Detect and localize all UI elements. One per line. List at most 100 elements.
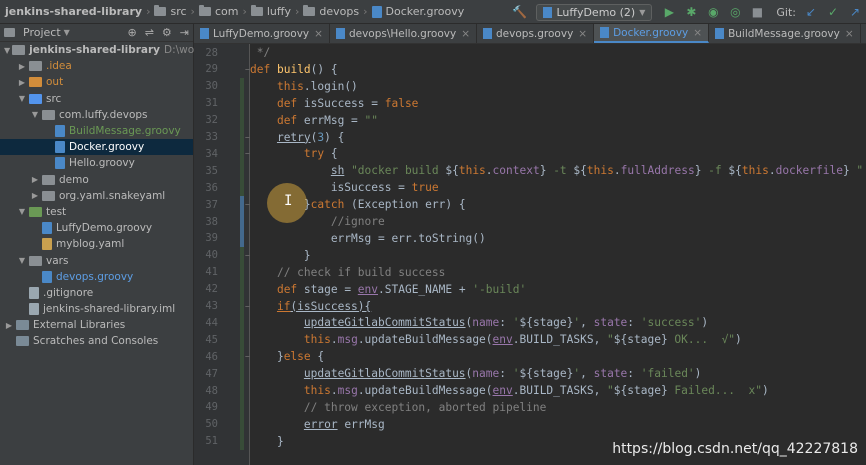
tree-item[interactable]: BuildMessage.groovy <box>0 123 193 139</box>
expand-arrow-icon[interactable]: ▼ <box>17 256 27 265</box>
close-icon[interactable]: × <box>461 28 470 40</box>
vcs-change-marker[interactable] <box>240 297 244 315</box>
tree-item[interactable]: ▼ com.luffy.devops <box>0 107 193 123</box>
vcs-change-marker[interactable] <box>240 314 244 332</box>
code-line[interactable]: 46− }else { <box>194 348 866 366</box>
vcs-change-marker[interactable] <box>240 263 244 281</box>
tree-item[interactable]: Hello.groovy <box>0 155 193 171</box>
collapse-arrow-icon[interactable]: ▶ <box>17 62 27 71</box>
close-icon[interactable]: × <box>314 28 323 40</box>
code-line[interactable]: 32 def errMsg = "" <box>194 111 866 129</box>
chevron-down-icon[interactable]: ▼ <box>64 28 70 37</box>
code-line[interactable]: 33− retry(3) { <box>194 128 866 146</box>
expand-arrow-icon[interactable]: ▼ <box>4 46 10 55</box>
vcs-change-marker[interactable] <box>240 213 244 230</box>
tree-item[interactable]: Scratches and Consoles <box>0 333 193 349</box>
vcs-change-marker[interactable] <box>240 365 244 383</box>
tree-item[interactable]: ▶ External Libraries <box>0 317 193 333</box>
breadcrumb-item[interactable]: luffy <box>248 5 294 18</box>
tree-item[interactable]: ▶ out <box>0 74 193 90</box>
editor-tab[interactable]: LuffyDemo.groovy × <box>194 24 330 43</box>
vcs-change-marker[interactable] <box>240 432 244 450</box>
code-line[interactable]: 41 // check if build success <box>194 263 866 281</box>
code-line[interactable]: 30 this.login() <box>194 77 866 95</box>
close-icon[interactable]: × <box>578 28 587 40</box>
editor-tab[interactable]: .gitignore× <box>861 24 866 43</box>
git-update-icon[interactable]: ↙ <box>802 3 820 21</box>
code-line[interactable]: 43− if(isSuccess){ <box>194 297 866 315</box>
coverage-icon[interactable]: ◉ <box>704 3 722 21</box>
close-icon[interactable]: × <box>845 28 854 40</box>
vcs-change-marker[interactable] <box>240 128 244 146</box>
hammer-icon[interactable]: 🔨 <box>510 3 528 21</box>
code-line[interactable]: 45 this.msg.updateBuildMessage(env.BUILD… <box>194 331 866 349</box>
vcs-change-marker[interactable] <box>240 94 244 112</box>
debug-icon[interactable]: ✱ <box>682 3 700 21</box>
editor-tab[interactable]: BuildMessage.groovy × <box>709 24 861 43</box>
editor-tab[interactable]: Docker.groovy × <box>594 24 710 43</box>
vcs-change-marker[interactable] <box>240 179 244 197</box>
code-editor[interactable]: 28 */29− def build() {30 this.login() 31 d… <box>194 44 866 465</box>
vcs-change-marker[interactable] <box>240 145 244 163</box>
collapse-arrow-icon[interactable]: ▶ <box>17 78 27 87</box>
code-line[interactable]: 29− def build() { <box>194 61 866 78</box>
tree-item[interactable]: ▼ test <box>0 204 193 220</box>
collapse-arrow-icon[interactable]: ▶ <box>30 175 40 184</box>
run-configuration-select[interactable]: LuffyDemo (2) ▼ <box>536 3 653 21</box>
tree-item[interactable]: Docker.groovy <box>0 139 193 156</box>
project-panel-title[interactable]: Project <box>23 26 61 39</box>
code-line[interactable]: 44 updateGitlabCommitStatus(name: '${sta… <box>194 314 866 332</box>
code-line[interactable]: 48 this.msg.updateBuildMessage(env.BUILD… <box>194 382 866 399</box>
tree-item[interactable]: jenkins-shared-library.iml <box>0 301 193 317</box>
breadcrumb-item[interactable]: Docker.groovy <box>369 5 468 18</box>
vcs-change-marker[interactable] <box>240 415 244 433</box>
tree-item[interactable]: devops.groovy <box>0 269 193 285</box>
tree-item[interactable]: ▶ demo <box>0 172 193 188</box>
locate-icon[interactable]: ⊕ <box>127 26 136 39</box>
tree-item[interactable]: myblog.yaml <box>0 236 193 252</box>
editor-tab[interactable]: devops.groovy × <box>477 24 595 43</box>
vcs-change-marker[interactable] <box>240 331 244 349</box>
code-line[interactable]: 40− } <box>194 246 866 264</box>
editor-tab[interactable]: devops\Hello.groovy × <box>330 24 478 43</box>
code-line[interactable]: 47 updateGitlabCommitStatus(name: '${sta… <box>194 365 866 383</box>
vcs-change-marker[interactable] <box>240 162 244 180</box>
tree-item[interactable]: .gitignore <box>0 285 193 301</box>
breadcrumb-item[interactable]: devops <box>300 5 362 18</box>
vcs-change-marker[interactable] <box>240 246 244 264</box>
git-push-icon[interactable]: ↗ <box>846 3 864 21</box>
expand-arrow-icon[interactable]: ▼ <box>17 207 27 216</box>
code-line[interactable]: 49 // throw exception, aborted pipeline <box>194 398 866 416</box>
vcs-change-marker[interactable] <box>240 348 244 366</box>
vcs-change-marker[interactable] <box>240 196 244 214</box>
vcs-change-marker[interactable] <box>240 398 244 416</box>
vcs-change-marker[interactable] <box>240 229 244 247</box>
collapse-arrow-icon[interactable]: ▶ <box>30 191 40 200</box>
profile-icon[interactable]: ◎ <box>726 3 744 21</box>
code-line[interactable]: 28 */ <box>194 44 866 61</box>
collapse-icon[interactable]: ⇌ <box>145 26 154 39</box>
code-line[interactable]: 35 sh "docker build ${this.context} -t $… <box>194 162 866 180</box>
run-icon[interactable]: ▶ <box>660 3 678 21</box>
breadcrumb-item[interactable]: com <box>196 5 242 18</box>
expand-arrow-icon[interactable]: ▼ <box>17 94 27 103</box>
git-commit-icon[interactable]: ✓ <box>824 3 842 21</box>
vcs-change-marker[interactable] <box>240 77 244 95</box>
tree-item[interactable]: ▼ src <box>0 91 193 107</box>
breadcrumb-item[interactable]: src <box>151 5 189 18</box>
code-line[interactable]: 39 errMsg = err.toString() <box>194 229 866 247</box>
tree-item[interactable]: ▼jenkins-shared-libraryD:\workspace\l <box>0 42 242 58</box>
tree-item[interactable]: LuffyDemo.groovy <box>0 220 193 236</box>
vcs-change-marker[interactable] <box>240 382 244 399</box>
collapse-arrow-icon[interactable]: ▶ <box>4 321 14 330</box>
stop-icon[interactable]: ■ <box>748 3 766 21</box>
close-icon[interactable]: × <box>693 27 702 39</box>
tree-item[interactable]: ▼ vars <box>0 252 193 268</box>
code-line[interactable]: 34− try { <box>194 145 866 163</box>
vcs-change-marker[interactable] <box>240 111 244 129</box>
code-line[interactable]: 31 def isSuccess = false <box>194 94 866 112</box>
code-line[interactable]: 50 error errMsg <box>194 415 866 433</box>
tree-item[interactable]: ▶ .idea <box>0 58 193 74</box>
expand-arrow-icon[interactable]: ▼ <box>30 110 40 119</box>
tree-item[interactable]: ▶ org.yaml.snakeyaml <box>0 188 193 204</box>
